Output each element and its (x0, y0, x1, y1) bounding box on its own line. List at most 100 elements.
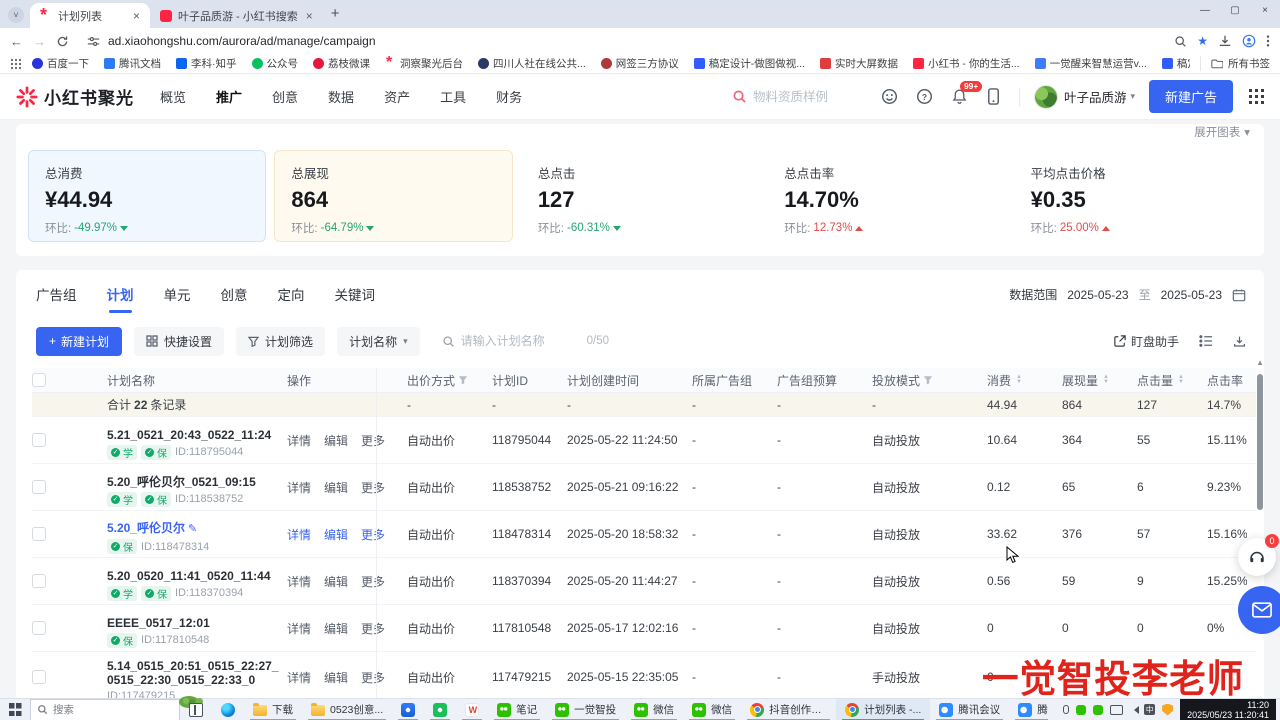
column-header[interactable]: 广告组预算 (777, 372, 872, 389)
taskbar-search-input[interactable] (53, 704, 143, 716)
taskbar-app[interactable]: 下载 (244, 699, 302, 720)
main-nav-item[interactable]: 创意 (272, 87, 298, 106)
taskbar-app[interactable]: 0523创意... (302, 699, 392, 720)
edit-name-icon[interactable]: ✎ (188, 523, 197, 535)
download-icon[interactable] (1218, 34, 1232, 48)
select-all-checkbox[interactable] (32, 373, 46, 387)
tray-icon[interactable] (1093, 705, 1103, 715)
column-header[interactable]: 计划名称 (107, 372, 287, 389)
new-ad-button[interactable]: 新建广告 (1149, 80, 1233, 113)
bookmark[interactable]: 荔枝微课 (313, 56, 370, 71)
action-more[interactable]: 更多 (361, 432, 385, 449)
plan-name[interactable]: 5.20_呼伦贝尔_0521_09:15 (107, 475, 256, 489)
column-header[interactable]: 操作 (287, 372, 407, 389)
action-more[interactable]: 更多 (361, 620, 385, 637)
action-detail[interactable]: 详情 (287, 526, 311, 543)
bookmark[interactable]: 洞察聚光后台 (385, 56, 463, 71)
main-nav-item[interactable]: 工具 (440, 87, 466, 106)
taskbar-app[interactable] (212, 699, 244, 720)
row-checkbox[interactable] (32, 621, 46, 635)
row-checkbox[interactable] (32, 527, 46, 541)
row-checkbox[interactable] (32, 480, 46, 494)
main-nav-item[interactable]: 概览 (160, 87, 186, 106)
bookmark-star-icon[interactable]: ★ (1197, 34, 1208, 48)
bookmark[interactable]: 网签三方协议 (601, 56, 679, 71)
tray-icon[interactable] (1162, 704, 1173, 716)
mobile-device-icon[interactable] (986, 88, 1001, 105)
search-field-select[interactable]: 计划名称 ▾ (337, 327, 420, 356)
calendar-icon[interactable] (1232, 288, 1246, 302)
taskbar-app[interactable] (456, 699, 488, 720)
apps-grid-icon[interactable] (10, 58, 22, 70)
entity-tab[interactable]: 计划 (107, 284, 134, 313)
plan-search-input[interactable] (461, 334, 581, 348)
profile-icon[interactable] (1242, 34, 1256, 48)
tab-close-icon[interactable]: × (131, 9, 142, 23)
entity-tab[interactable]: 单元 (164, 284, 191, 313)
action-more[interactable]: 更多 (361, 526, 385, 543)
main-nav-item[interactable]: 推广 (216, 87, 242, 106)
action-edit[interactable]: 编辑 (324, 479, 348, 496)
tray-icon[interactable] (1110, 705, 1123, 715)
forward-button[interactable]: → (33, 34, 46, 49)
account-name[interactable]: 叶子品质游 (1064, 87, 1127, 106)
header-search-input[interactable] (753, 90, 863, 104)
plan-name[interactable]: 5.20_呼伦贝尔 (107, 521, 185, 535)
column-settings-icon[interactable] (1199, 335, 1213, 347)
site-info-icon[interactable] (87, 35, 100, 48)
row-checkbox[interactable] (32, 670, 46, 684)
stat-card[interactable]: 平均点击价格 ¥0.35 环比: 25.00% (1014, 150, 1252, 242)
taskbar-app[interactable]: 计划列表 -... (836, 699, 930, 720)
header-search[interactable] (732, 89, 863, 104)
column-header[interactable]: 消费 (987, 372, 1062, 389)
entity-tab[interactable]: 广告组 (36, 284, 77, 313)
tab-search-button[interactable]: ˅ (8, 7, 24, 23)
plan-name[interactable]: 5.21_0521_20:43_0522_11:24 (107, 428, 271, 442)
account-caret-icon[interactable]: ▾ (1130, 91, 1135, 102)
entity-tab[interactable]: 关键词 (335, 284, 376, 313)
action-detail[interactable]: 详情 (287, 573, 311, 590)
filter-funnel-icon[interactable] (923, 375, 933, 385)
bookmark[interactable]: 稿定设计-做图做视... (694, 56, 805, 71)
plan-name[interactable]: 5.20_0520_11:41_0520_11:44 (107, 569, 271, 583)
stat-card[interactable]: 总消费 ¥44.94 环比: -49.97% (28, 150, 266, 242)
table-scrollbar[interactable] (1257, 374, 1263, 510)
column-header[interactable]: 投放模式 (872, 372, 987, 389)
row-checkbox[interactable] (32, 574, 46, 588)
action-more[interactable]: 更多 (361, 669, 385, 686)
column-header[interactable]: 所属广告组 (692, 372, 777, 389)
column-header[interactable]: 点击率 (1207, 372, 1247, 389)
taskbar-app[interactable]: 一觉智投 (546, 699, 625, 720)
main-nav-item[interactable]: 财务 (496, 87, 522, 106)
sort-icon[interactable] (1016, 375, 1022, 385)
tab-close-icon[interactable]: × (304, 9, 315, 23)
new-tab-button[interactable]: + (331, 5, 340, 22)
message-button[interactable] (1238, 586, 1280, 634)
customer-service-button[interactable]: 0 (1238, 538, 1276, 576)
bookmark[interactable]: 实时大屏数据 (820, 56, 898, 71)
action-edit[interactable]: 编辑 (324, 620, 348, 637)
back-button[interactable]: ← (10, 34, 23, 49)
scroll-up-icon[interactable]: ▲ (1256, 358, 1264, 367)
zoom-lens-icon[interactable] (1174, 35, 1187, 48)
stat-card[interactable]: 总点击率 14.70% 环比: 12.73% (767, 150, 1005, 242)
tray-icon[interactable] (1130, 706, 1139, 714)
taskbar-app[interactable] (424, 699, 456, 720)
action-detail[interactable]: 详情 (287, 669, 311, 686)
plan-name[interactable]: EEEE_0517_12:01 (107, 616, 210, 630)
entity-tab[interactable]: 创意 (221, 284, 248, 313)
bookmark[interactable]: 稿定设计-做图做视... (1162, 56, 1190, 71)
bookmark[interactable]: 四川人社在线公共... (478, 56, 586, 71)
stat-card[interactable]: 总展现 864 环比: -64.79% (274, 150, 512, 242)
column-header[interactable]: 计划创建时间 (567, 372, 692, 389)
action-edit[interactable]: 编辑 (324, 573, 348, 590)
date-end[interactable]: 2025-05-23 (1161, 288, 1222, 302)
taskbar-app[interactable]: 微信 (683, 699, 741, 720)
app-logo[interactable]: 小红书聚光 (16, 84, 134, 109)
tray-icon[interactable] (1063, 705, 1069, 714)
bookmark[interactable]: 百度一下 (32, 56, 89, 71)
row-checkbox[interactable] (32, 433, 46, 447)
omnibox[interactable]: ad.xiaohongshu.com/aurora/ad/manage/camp… (79, 34, 1164, 48)
monitor-assistant-button[interactable]: 盯盘助手 (1114, 333, 1179, 350)
taskbar-app[interactable] (180, 699, 212, 720)
